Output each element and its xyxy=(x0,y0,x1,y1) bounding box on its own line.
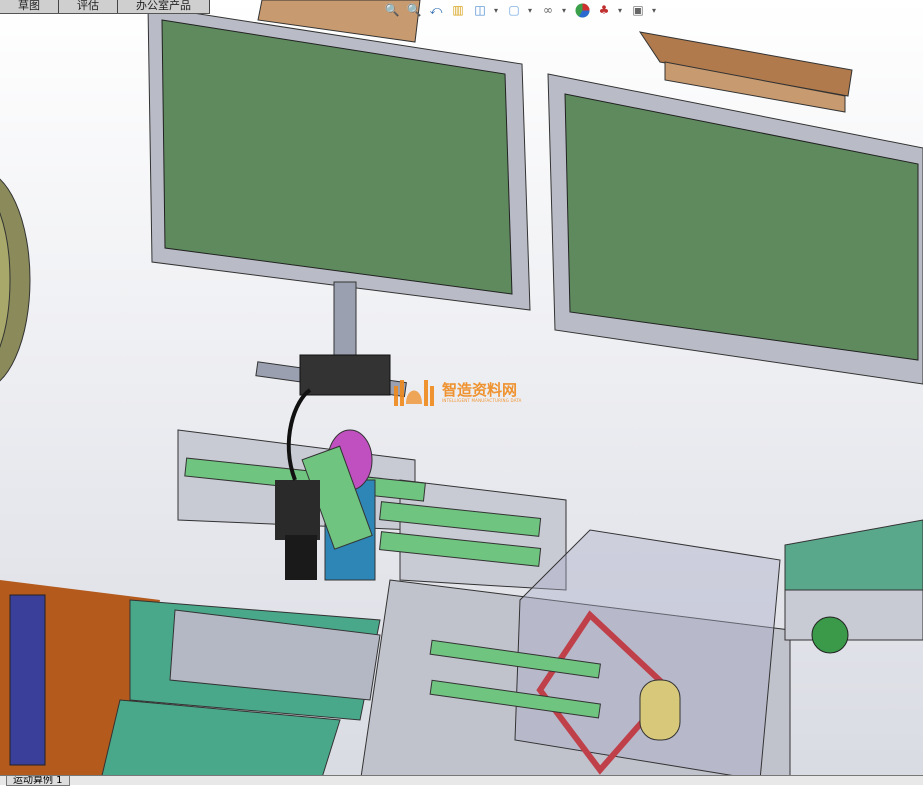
watermark-title: 智造资料网 xyxy=(442,380,518,399)
chevron-down-icon[interactable]: ▾ xyxy=(618,6,624,15)
tab-office-products[interactable]: 办公室产品 xyxy=(118,0,210,13)
command-manager-tabs: 草图 评估 办公室产品 xyxy=(0,0,210,14)
watermark: 智造资料网 INTELLIGENT MANUFACTURING DATA xyxy=(392,376,522,408)
hide-show-items-icon[interactable]: ∞ xyxy=(540,2,556,18)
transparent-cover xyxy=(514,529,781,781)
tab-evaluate[interactable]: 评估 xyxy=(59,0,118,13)
watermark-subtitle: INTELLIGENT MANUFACTURING DATA xyxy=(442,397,522,403)
display-style-icon[interactable]: ▢ xyxy=(506,2,522,18)
chevron-down-icon[interactable]: ▾ xyxy=(562,6,568,15)
chevron-down-icon[interactable]: ▾ xyxy=(494,6,500,15)
section-view-icon[interactable]: ▥ xyxy=(450,2,466,18)
heads-up-view-toolbar: 🔍 🔍 ⤺ ▥ ◫ ▾ ▢ ▾ ∞ ▾ ♣ ▾ ▣ ▾ xyxy=(380,0,658,20)
tab-motion-study-1[interactable]: 运动算例 1 xyxy=(6,776,70,786)
zoom-area-icon[interactable]: 🔍 xyxy=(406,2,422,18)
view-orientation-icon[interactable]: ◫ xyxy=(472,2,488,18)
tab-sketch[interactable]: 草图 xyxy=(0,0,59,13)
apply-scene-icon[interactable]: ♣ xyxy=(596,2,612,18)
previous-view-icon[interactable]: ⤺ xyxy=(428,2,444,18)
chevron-down-icon[interactable]: ▾ xyxy=(528,6,534,15)
zoom-to-fit-icon[interactable]: 🔍 xyxy=(384,2,400,18)
watermark-logo xyxy=(394,380,434,406)
chevron-down-icon[interactable]: ▾ xyxy=(652,6,658,15)
view-settings-icon[interactable]: ▣ xyxy=(630,2,646,18)
edit-appearance-icon[interactable] xyxy=(574,2,590,18)
